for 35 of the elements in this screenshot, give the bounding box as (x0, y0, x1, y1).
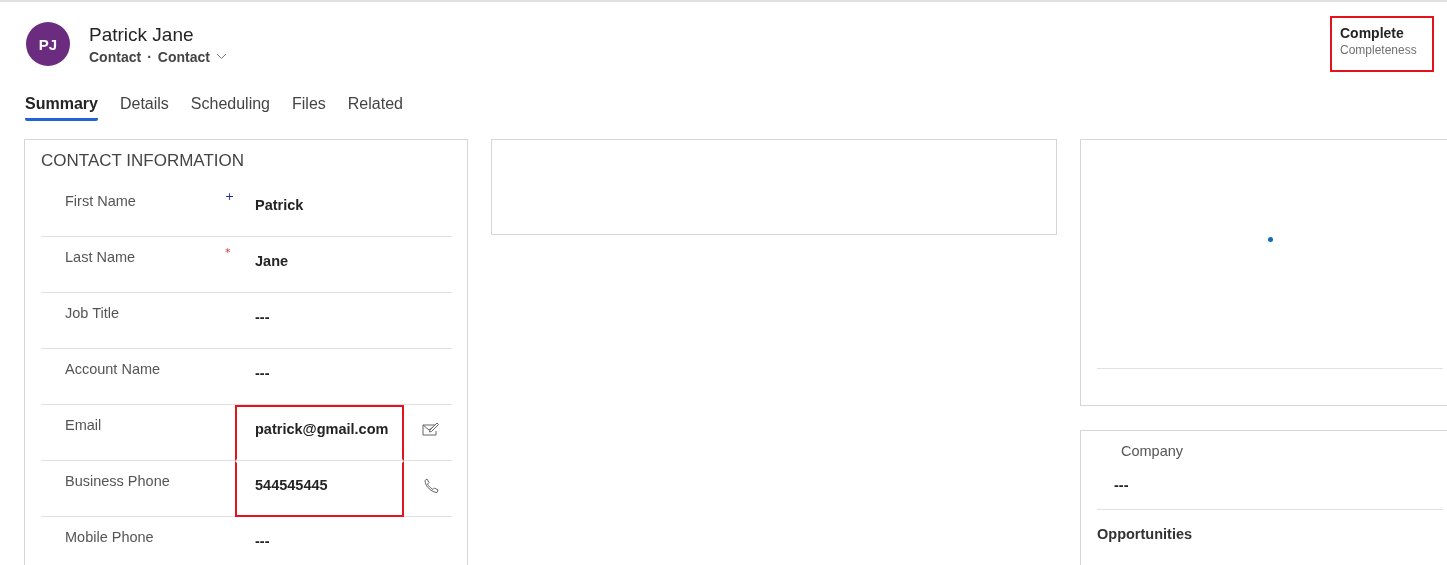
field-label: Mobile Phone (64, 528, 155, 547)
record-name: Patrick Jane (89, 23, 195, 46)
form-selector[interactable]: Contact (157, 48, 227, 65)
field-value: Jane (255, 253, 289, 269)
tab[interactable]: Files (292, 94, 326, 121)
field-label: Business Phone (64, 472, 171, 491)
tab[interactable]: Scheduling (190, 94, 270, 121)
field-value: 544545445 (255, 477, 328, 493)
field-value: --- (1114, 477, 1130, 493)
field-value: --- (255, 365, 270, 381)
phone-icon (423, 478, 439, 494)
field-label: Email (64, 416, 103, 435)
field-value: --- (255, 533, 270, 549)
field-label: First Name (64, 192, 137, 211)
field-label: Account Name (64, 360, 162, 379)
status-label: Completeness (1340, 43, 1418, 57)
tab[interactable]: Summary (25, 94, 98, 121)
requirement-mark: * (225, 245, 232, 261)
chevron-down-icon (215, 53, 227, 60)
field-value: --- (255, 309, 270, 325)
field-value: patrick@gmail.com (255, 421, 389, 437)
field-label: Last Name (64, 248, 137, 267)
entity-type: Contact (89, 48, 142, 65)
field-label: Job Title (64, 304, 120, 323)
avatar: PJ (26, 22, 70, 66)
section-title: Opportunities (1097, 525, 1194, 542)
tab[interactable]: Related (347, 94, 403, 121)
field-label: Company (1121, 443, 1185, 459)
envelope-icon (422, 423, 440, 437)
field-value: Patrick (255, 197, 304, 213)
tab[interactable]: Details (119, 94, 169, 121)
requirement-mark: + (225, 189, 236, 205)
section-title: CONTACT INFORMATION (41, 151, 246, 171)
status-value: Complete (1340, 25, 1405, 41)
separator: · (147, 48, 152, 65)
